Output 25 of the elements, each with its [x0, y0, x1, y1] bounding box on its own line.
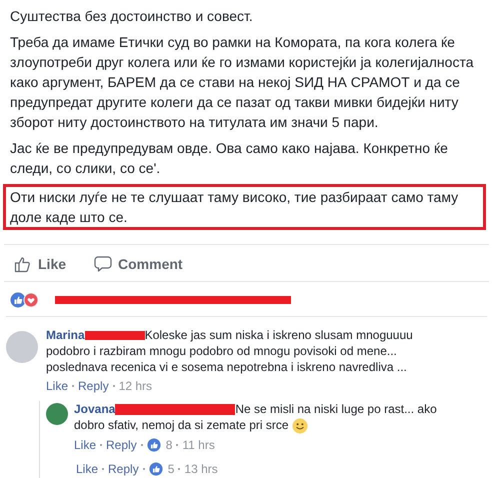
- reply-link[interactable]: Reply: [106, 436, 137, 454]
- like-count-icon: [146, 438, 161, 452]
- comment-text: Marina Koleske jas sum niska i iskreno slusam mnoguuuu podobro i razbiram mnogu podobro od mnogu povisoki od mene... poslednava recenica vi e sosema nepotrebna i iskreno navredliva ...: [46, 327, 414, 375]
- commenter-name[interactable]: Marina: [46, 328, 85, 342]
- comment-time: 13 hrs: [184, 460, 218, 478]
- post-paragraph: Треба да имаме Етички суд во рамки на Комората, па кога колега ќе злоупотреби друг колега или ќе го измами користејќи ја колегијалноста како аргумент, БАРЕМ да се стави на некој ЅИД НА СРАМОТ и да се предупредат другите колеги да се пазат од такви мивки бидејќи ниту зборот ниту достоинството на титулата им значи 5 пари.: [10, 33, 474, 132]
- reply-link[interactable]: Reply: [108, 460, 139, 478]
- commenter-name[interactable]: Jovana: [74, 402, 116, 416]
- like-link[interactable]: Like: [74, 436, 96, 454]
- post-paragraph: Суштества без достоинство и совест.: [10, 7, 254, 26]
- like-button[interactable]: Like: [14, 255, 66, 273]
- like-count: 5: [168, 460, 174, 478]
- reply-link[interactable]: Reply: [78, 377, 109, 395]
- like-count: 8: [166, 436, 172, 454]
- comment-time: 12 hrs: [118, 378, 152, 395]
- like-link[interactable]: Like: [46, 377, 68, 395]
- post-paragraph: Оти ниски луѓе не те слушаат таму високо, тие разбираат само таму доле каде што се.: [3, 184, 486, 230]
- comment-text: Jovana Ne se misli na niski luge po rast... ako dobro sfativ, nemoj da si zemate pri srce: [74, 401, 438, 434]
- avatar[interactable]: [46, 403, 68, 425]
- thumbs-up-icon: [14, 255, 32, 273]
- post-paragraph: Јас ќе ве предупредувам овде. Ова само како најава. Конкретно ќе следи, со слики, со се'.: [10, 139, 449, 178]
- comment-time: 11 hrs: [182, 436, 215, 454]
- like-link[interactable]: Like: [76, 460, 98, 478]
- comment-button[interactable]: Comment: [94, 255, 183, 273]
- speech-bubble-icon: [94, 255, 112, 273]
